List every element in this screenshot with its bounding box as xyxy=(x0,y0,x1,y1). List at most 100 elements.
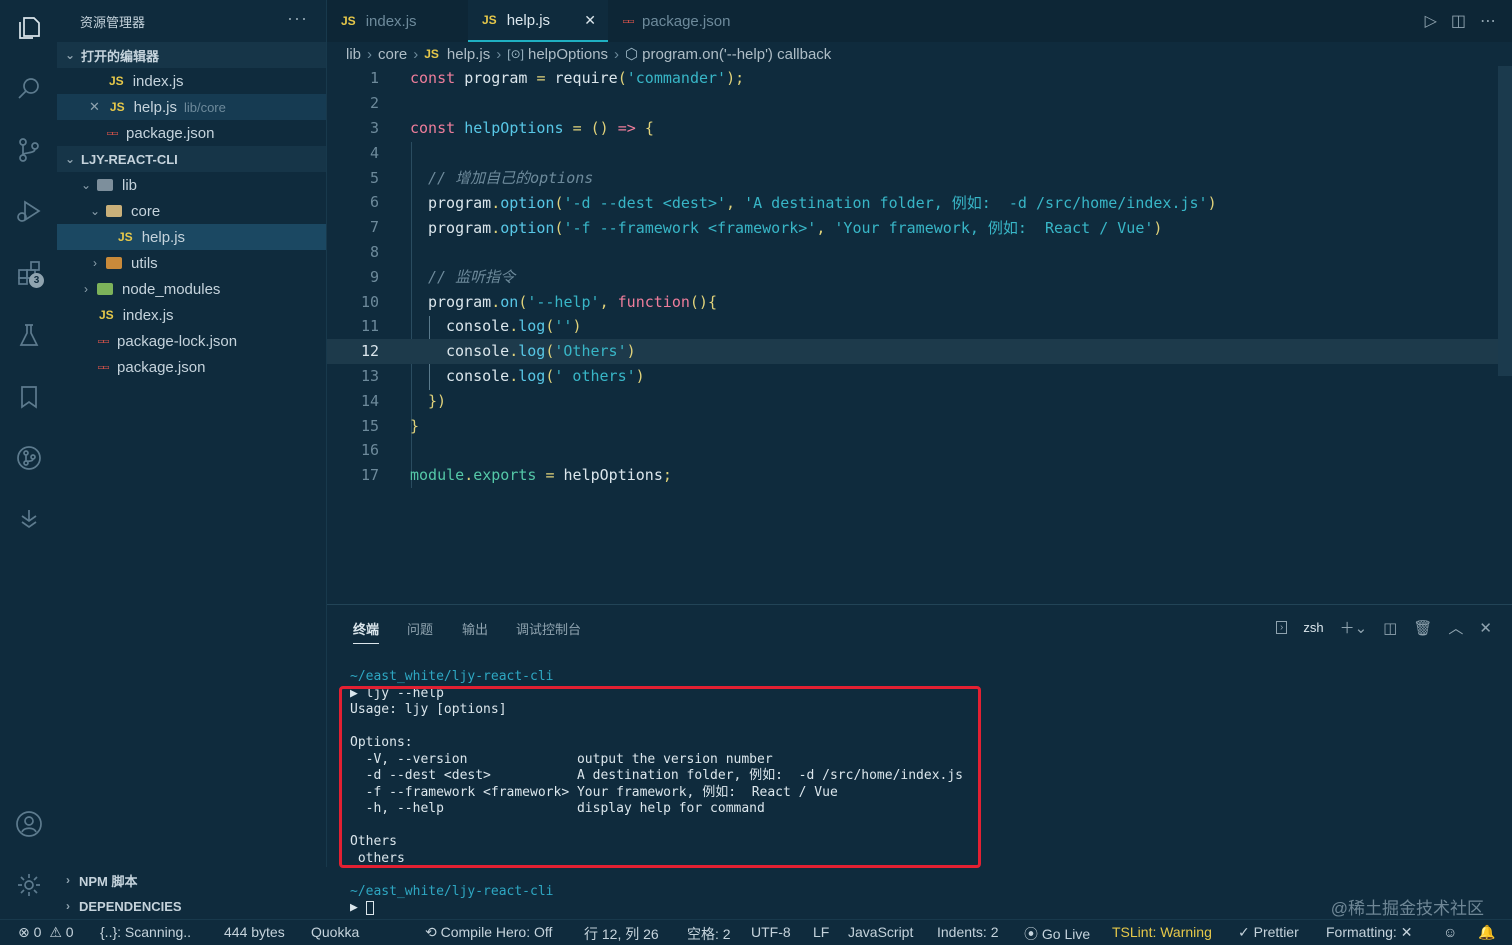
close-icon[interactable]: ✕ xyxy=(89,99,100,115)
extensions-badge: 3 xyxy=(29,273,44,288)
breadcrumb-item[interactable]: help.js xyxy=(447,46,490,63)
chevron-right-icon: › xyxy=(367,45,373,63)
line-number: 1 xyxy=(369,69,379,88)
line-number: 16 xyxy=(360,441,379,460)
line-number: 8 xyxy=(369,242,379,261)
open-editor-item-active[interactable]: ✕ JS help.js lib/core xyxy=(57,94,326,120)
tab-debug-console[interactable]: 调试控制台 xyxy=(516,619,581,638)
tree-file-package-lock[interactable]: ▭▭ package-lock.json xyxy=(57,328,326,354)
tab-close-icon[interactable]: ✕ xyxy=(584,12,596,29)
open-editor-item[interactable]: JS index.js xyxy=(57,68,326,94)
tree-file-help-js[interactable]: JS help.js xyxy=(57,224,326,250)
split-terminal-icon[interactable]: ◫ xyxy=(1383,619,1397,637)
tab-index-js[interactable]: JS index.js xyxy=(327,0,467,42)
line-number: 4 xyxy=(369,143,379,162)
tab-label: help.js xyxy=(506,11,551,29)
tree-file-package-json[interactable]: ▭▭ package.json xyxy=(57,354,326,380)
extensions-icon[interactable]: 3 xyxy=(12,256,46,290)
go-live-status[interactable]: ⦿ Go Live xyxy=(1024,924,1090,944)
bell-icon[interactable]: 🔔 xyxy=(1478,924,1495,941)
breadcrumb-item[interactable]: helpOptions xyxy=(528,46,608,63)
breadcrumb-item[interactable]: lib xyxy=(346,46,361,63)
tab-package-json[interactable]: ▭▭ package.json xyxy=(609,0,769,42)
feedback-icon[interactable]: ☺ xyxy=(1443,924,1457,940)
npm-scripts-section[interactable]: › NPM 脚本 xyxy=(57,867,327,893)
dependencies-section[interactable]: › DEPENDENCIES xyxy=(57,893,327,919)
project-section[interactable]: ⌄ LJY-REACT-CLI xyxy=(57,146,326,172)
code-text: const helpOptions = () => { xyxy=(410,118,654,137)
code-line: 1 const program = require('commander'); xyxy=(327,66,1512,91)
tree-item-label: utils xyxy=(131,254,158,272)
language-status[interactable]: JavaScript xyxy=(848,924,913,940)
watermark: @稀土掘金技术社区 xyxy=(1330,899,1484,918)
compile-hero-status[interactable]: ⟲ Compile Hero: Off xyxy=(425,924,552,941)
indents-status[interactable]: Indents: 2 xyxy=(937,924,999,940)
prettier-status[interactable]: ✓ Prettier xyxy=(1238,924,1299,941)
explorer-icon[interactable] xyxy=(12,11,46,45)
line-number: 14 xyxy=(360,391,379,410)
code-editor[interactable]: 1 const program = require('commander'); … xyxy=(327,66,1512,604)
open-editors-label: 打开的编辑器 xyxy=(81,48,160,64)
tree-item-label: index.js xyxy=(122,306,174,324)
source-control-icon[interactable] xyxy=(12,133,46,167)
tslint-status[interactable]: TSLint: Warning xyxy=(1112,924,1212,940)
dependencies-label: DEPENDENCIES xyxy=(79,898,182,914)
maximize-chevron-up-icon[interactable]: ︿ xyxy=(1448,617,1463,638)
account-icon[interactable] xyxy=(12,807,46,841)
open-editor-item[interactable]: ▭▭ package.json xyxy=(57,120,326,146)
project-label: LJY-REACT-CLI xyxy=(81,151,178,167)
code-text: module.exports = helpOptions; xyxy=(410,466,672,485)
cursor-position-status[interactable]: 行 12, 列 26 xyxy=(584,924,659,944)
tree-item-label: core xyxy=(131,202,161,220)
quokka-status[interactable]: Quokka xyxy=(311,924,359,940)
more-actions-icon[interactable]: ⋯ xyxy=(1480,11,1496,31)
chevron-right-icon: › xyxy=(496,45,502,63)
explorer-sidebar: 资源管理器 ··· ⌄ 打开的编辑器 JS index.js ✕ JS help… xyxy=(57,0,327,919)
git-graph-icon[interactable] xyxy=(12,441,46,475)
broadcast-icon: ⟲ xyxy=(425,924,437,940)
editor-tab-bar: JS index.js JS help.js ✕ ▭▭ package.json… xyxy=(327,0,1512,42)
more-actions-icon[interactable]: ··· xyxy=(287,8,308,29)
encoding-status[interactable]: UTF-8 xyxy=(751,924,791,940)
folder-icon xyxy=(97,179,113,191)
settings-gear-icon[interactable] xyxy=(12,868,46,902)
breadcrumb-item[interactable]: core xyxy=(378,46,407,63)
terminal-prompt: ▶ xyxy=(350,900,358,915)
tree-file-index-js[interactable]: JS index.js xyxy=(57,302,326,328)
close-panel-icon[interactable]: ✕ xyxy=(1479,619,1492,637)
tree-folder-lib[interactable]: ⌄ lib xyxy=(57,172,326,198)
tab-problems[interactable]: 问题 xyxy=(407,619,433,638)
code-text: }) xyxy=(428,391,447,410)
line-number: 6 xyxy=(369,193,379,212)
eol-status[interactable]: LF xyxy=(813,924,829,940)
line-number: 5 xyxy=(369,168,379,187)
tab-output[interactable]: 输出 xyxy=(462,619,488,638)
shell-label[interactable]: zsh xyxy=(1303,620,1323,635)
code-line: 9 // 监听指令 xyxy=(327,264,1512,289)
bookmark-icon[interactable] xyxy=(12,380,46,414)
tree-folder-core[interactable]: ⌄ core xyxy=(57,198,326,224)
formatting-status[interactable]: Formatting: ✕ xyxy=(1326,924,1412,941)
problems-status[interactable]: ⊗ 0 ⚠ 0 xyxy=(18,924,74,941)
split-editor-icon[interactable]: ◫ xyxy=(1451,11,1466,31)
breadcrumb-item[interactable]: program.on('--help') callback xyxy=(642,46,831,63)
scanning-status[interactable]: {..}: Scanning.. xyxy=(100,924,191,940)
code-line: 13 console.log(' others') xyxy=(327,364,1512,389)
tab-help-js[interactable]: JS help.js ✕ xyxy=(468,0,608,42)
search-icon[interactable] xyxy=(12,72,46,106)
terminal-path: ~/east_white/ljy-react-cli xyxy=(350,883,554,899)
tree-folder-node-modules[interactable]: › node_modules xyxy=(57,276,326,302)
tree-folder-utils[interactable]: › utils xyxy=(57,250,326,276)
trash-icon[interactable]: 🗑 xyxy=(1413,619,1432,637)
deploy-chevrons-icon[interactable] xyxy=(12,503,46,537)
code-text: console.log(' others') xyxy=(446,366,645,385)
run-debug-icon[interactable] xyxy=(12,194,46,228)
tab-terminal[interactable]: 终端 xyxy=(353,619,380,644)
testing-flask-icon[interactable] xyxy=(12,318,46,352)
open-editors-section[interactable]: ⌄ 打开的编辑器 xyxy=(57,42,326,68)
indentation-status[interactable]: 空格: 2 xyxy=(687,924,731,944)
add-terminal-icon[interactable]: ＋⌄ xyxy=(1340,617,1368,638)
run-play-icon[interactable]: ▷ xyxy=(1425,11,1437,31)
editor-scrollbar[interactable] xyxy=(1498,66,1512,376)
js-file-icon: JS xyxy=(424,47,439,61)
